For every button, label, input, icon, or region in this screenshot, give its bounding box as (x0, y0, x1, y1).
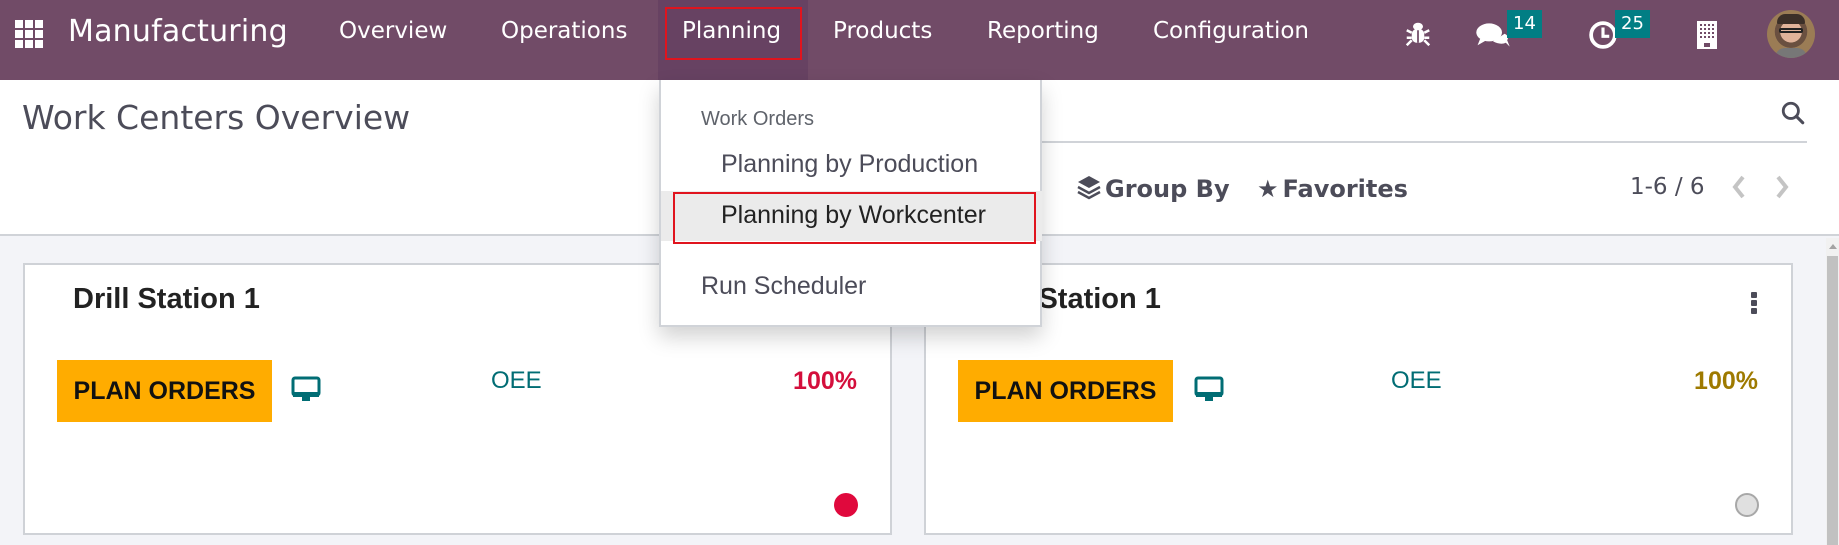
vertical-scrollbar[interactable] (1826, 238, 1839, 545)
messages-count-badge: 14 (1507, 10, 1542, 38)
oee-label[interactable]: OEE (491, 367, 542, 395)
oee-value[interactable]: 100% (1694, 367, 1758, 396)
building-icon[interactable] (1696, 20, 1718, 50)
menu-overview[interactable]: Overview (339, 18, 447, 44)
oee-value[interactable]: 100% (793, 367, 857, 396)
plan-orders-button[interactable]: PLAN ORDERS (57, 360, 272, 422)
plan-orders-button[interactable]: PLAN ORDERS (958, 360, 1173, 422)
favorites-label: Favorites (1282, 175, 1408, 203)
workcenter-card[interactable]: Drill Station 1 PLAN ORDERS OEE 100% (924, 263, 1793, 535)
kebab-menu-icon[interactable] (1751, 292, 1759, 314)
search-input[interactable] (1042, 90, 1772, 140)
menu-configuration[interactable]: Configuration (1153, 18, 1309, 44)
monitor-icon[interactable] (291, 376, 321, 404)
status-dot[interactable] (834, 493, 858, 517)
bug-icon[interactable] (1403, 19, 1433, 49)
search-input-underline (1042, 141, 1807, 143)
scrollbar-thumb[interactable] (1827, 256, 1838, 545)
planning-dropdown-menu: Work Orders Planning by Production Plann… (659, 80, 1042, 327)
search-icon[interactable] (1780, 100, 1806, 126)
favorites-button[interactable]: ★ Favorites (1257, 175, 1408, 203)
scroll-up-arrow-icon[interactable] (1829, 244, 1837, 249)
chat-icon[interactable] (1475, 19, 1511, 51)
monitor-icon[interactable] (1194, 376, 1224, 404)
menu-reporting[interactable]: Reporting (987, 18, 1099, 44)
workcenter-highlight-box (673, 192, 1036, 244)
menu-products[interactable]: Products (833, 18, 932, 44)
page-title: Work Centers Overview (22, 98, 411, 137)
menu-item-planning-by-production[interactable]: Planning by Production (721, 150, 978, 179)
pager-previous-icon[interactable] (1730, 174, 1748, 200)
user-avatar[interactable] (1767, 10, 1815, 58)
top-navbar: Manufacturing Overview Operations Planni… (0, 0, 1839, 80)
clock-icon[interactable] (1588, 20, 1618, 50)
apps-grid-icon[interactable] (15, 20, 43, 48)
group-by-button[interactable]: Group By (1077, 175, 1230, 203)
menu-item-run-scheduler[interactable]: Run Scheduler (701, 272, 866, 301)
app-name[interactable]: Manufacturing (68, 14, 288, 49)
menu-operations[interactable]: Operations (501, 18, 627, 44)
oee-label[interactable]: OEE (1391, 367, 1442, 395)
pager-next-icon[interactable] (1773, 174, 1791, 200)
dropdown-section-header: Work Orders (701, 108, 814, 130)
star-icon: ★ (1257, 175, 1279, 203)
workcenter-title[interactable]: Drill Station 1 (73, 283, 260, 316)
group-by-label: Group By (1105, 175, 1230, 203)
activities-count-badge: 25 (1615, 10, 1650, 38)
pager-value[interactable]: 1-6 / 6 (1630, 174, 1705, 200)
layers-icon (1077, 176, 1101, 200)
planning-highlight-box (665, 7, 802, 60)
status-dot[interactable] (1735, 493, 1759, 517)
